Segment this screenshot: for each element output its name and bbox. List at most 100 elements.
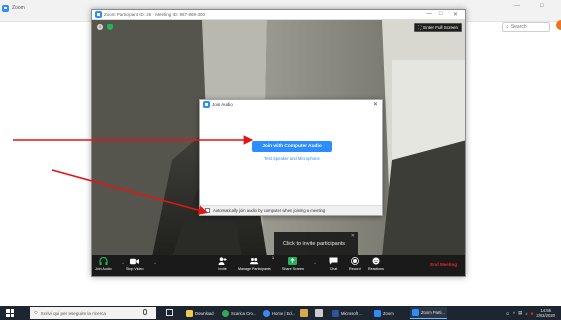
headphones-icon: [99, 257, 108, 265]
dialog-title: Join Audio: [212, 102, 233, 107]
clock-date: 2/03/2020: [536, 313, 555, 318]
paint-icon[interactable]: [300, 309, 308, 317]
record-icon: [350, 257, 359, 265]
taskbar-app-zoom[interactable]: Zoom: [372, 307, 396, 319]
taskbar-app-word[interactable]: Microsoft ...: [330, 307, 365, 319]
manage-participants-button[interactable]: Manage Participants: [238, 257, 271, 271]
chat-button[interactable]: Chat: [329, 257, 338, 271]
taskbar-app-label: Home | Ed...: [272, 310, 296, 316]
chat-label: Chat: [329, 267, 338, 271]
windows-taskbar: ○ Scrivi qui per eseguire la ricerca Dow…: [0, 306, 561, 320]
record-button[interactable]: Record: [349, 257, 361, 271]
chrome-icon: [263, 309, 270, 317]
dialog-close-button[interactable]: ✕: [373, 101, 378, 108]
task-view-icon[interactable]: [166, 309, 173, 316]
taskbar-app-label: Microsoft ...: [341, 310, 363, 316]
record-label: Record: [349, 267, 361, 271]
share-screen-icon: [288, 257, 298, 265]
smiley-icon: [371, 257, 380, 265]
meeting-toolbar: Join Audio ^ Stop Video ^ Invite Manage …: [92, 255, 465, 276]
test-speaker-microphone-link[interactable]: Test Speaker and Microphone: [200, 156, 384, 161]
enter-full-screen-button[interactable]: ⛶ Enter Full Screen: [414, 23, 462, 32]
notification-badge-icon[interactable]: ■: [531, 311, 534, 316]
search-icon: ○: [34, 310, 38, 316]
participants-icon: [249, 257, 259, 265]
windows-start-button[interactable]: [6, 309, 14, 317]
audio-options-caret[interactable]: ^: [122, 261, 124, 266]
share-options-caret[interactable]: ^: [314, 261, 316, 266]
meeting-close-button[interactable]: ✕: [453, 11, 458, 18]
video-options-caret[interactable]: ^: [154, 261, 156, 266]
join-audio-label: Join Audio: [95, 267, 112, 271]
meeting-status-icons: i: [97, 24, 113, 30]
taskbar-app-label: Zoom Parti...: [421, 310, 445, 315]
chevron-up-icon[interactable]: ^: [513, 311, 515, 316]
taskbar-app-label: Download: [195, 310, 214, 316]
network-icon[interactable]: ▤: [518, 310, 522, 316]
chrome-icon: [222, 309, 229, 317]
taskbar-app-label: Zoom: [383, 310, 394, 316]
meeting-minimize-button[interactable]: —: [426, 11, 432, 17]
info-icon[interactable]: i: [97, 24, 103, 30]
microphone-icon[interactable]: [143, 309, 147, 315]
zoom-logo-icon: [203, 101, 210, 108]
zoom-icon: [412, 309, 419, 316]
join-with-computer-audio-button[interactable]: Join with Computer Audio: [252, 141, 332, 152]
participant-count: 1: [272, 256, 274, 260]
start-tile: [10, 313, 14, 317]
start-tile: [6, 313, 10, 317]
search-icon: ⌕: [506, 24, 509, 30]
zoom-home-maximize-button[interactable]: □: [540, 3, 544, 9]
shield-icon[interactable]: [107, 24, 113, 30]
volume-icon[interactable]: ♪: [525, 311, 527, 316]
zoom-home-minimize-button[interactable]: —: [514, 3, 520, 9]
invite-participants-text: Click to invite participants: [283, 240, 346, 247]
system-tray: ☺ ^ ▤ ♪ ■ 14:55 2/03/2020: [505, 307, 555, 319]
chat-icon: [329, 257, 338, 265]
taskbar-app-chrome-2[interactable]: Home | Ed...: [261, 307, 297, 319]
reactions-button[interactable]: Reactions: [368, 257, 384, 271]
taskbar-app-download[interactable]: Download: [184, 307, 216, 319]
calculator-icon[interactable]: [315, 309, 323, 317]
enter-full-screen-label: Enter Full Screen: [423, 25, 458, 30]
zoom-logo-icon: [2, 4, 9, 12]
auto-join-audio-label[interactable]: Automatically join audio by computer whe…: [213, 208, 325, 213]
fullscreen-icon: ⛶: [418, 25, 422, 30]
folder-icon: [186, 309, 193, 317]
stop-video-label: Stop Video: [126, 267, 144, 271]
user-avatar[interactable]: [556, 20, 561, 30]
share-screen-button[interactable]: Share Screen: [282, 257, 304, 271]
taskbar-app-zoom-meeting[interactable]: Zoom Parti...: [410, 307, 447, 319]
start-tile: [6, 309, 10, 313]
taskbar-app-label: Scarica Cro...: [231, 310, 257, 316]
manage-participants-label: Manage Participants: [238, 267, 271, 271]
meeting-maximize-button[interactable]: □: [439, 11, 443, 17]
join-audio-dialog: Join Audio ✕ Join with Computer Audio Te…: [199, 99, 383, 216]
taskbar-search-input[interactable]: ○ Scrivi qui per eseguire la ricerca: [30, 307, 156, 319]
zoom-logo-icon: [95, 11, 102, 18]
stop-video-button[interactable]: Stop Video: [126, 257, 144, 271]
zoom-home-title-text: Zoom: [12, 5, 25, 11]
auto-join-audio-checkbox[interactable]: [205, 208, 210, 213]
join-audio-button[interactable]: Join Audio: [95, 257, 112, 271]
taskbar-app-chrome-1[interactable]: Scarica Cro...: [220, 307, 258, 319]
meeting-window: Zoom Participant ID: 26 · Meeting ID: 98…: [91, 9, 466, 277]
zoom-home-search-placeholder: Search: [510, 24, 527, 30]
dialog-titlebar: Join Audio: [200, 100, 382, 109]
meeting-title-text: Zoom Participant ID: 26 · Meeting ID: 98…: [104, 12, 206, 17]
video-camera-icon: [130, 257, 140, 265]
zoom-icon: [374, 309, 381, 317]
add-person-icon: [218, 257, 227, 265]
dialog-footer: Automatically join audio by computer whe…: [200, 205, 382, 215]
reactions-label: Reactions: [368, 267, 384, 271]
start-tile: [10, 309, 14, 313]
zoom-home-search-input[interactable]: ⌕ Search: [502, 22, 550, 32]
invite-participants-overlay[interactable]: Click to invite participants ✕: [274, 232, 358, 255]
word-icon: [332, 309, 339, 317]
invite-button[interactable]: Invite: [218, 257, 227, 271]
overlay-close-button[interactable]: ✕: [351, 233, 355, 239]
taskbar-clock[interactable]: 14:55 2/03/2020: [536, 308, 555, 318]
people-icon[interactable]: ☺: [505, 311, 510, 316]
share-screen-label: Share Screen: [282, 267, 304, 271]
end-meeting-button[interactable]: End Meeting: [430, 262, 457, 267]
